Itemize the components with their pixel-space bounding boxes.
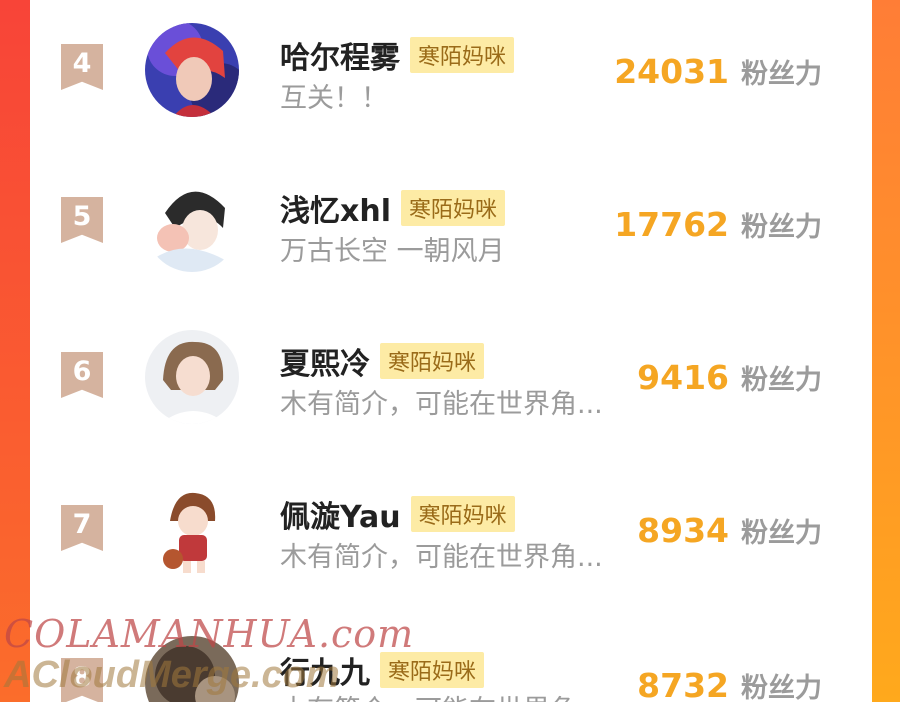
fans-label: 粉丝力 (741, 518, 822, 549)
avatar[interactable] (145, 23, 239, 117)
user-bio: 木有简介，可能在世界角... (280, 542, 603, 573)
fans-count: 24031 (614, 52, 729, 91)
fans-label: 粉丝力 (741, 673, 822, 702)
fans-count: 8732 (637, 666, 729, 702)
rank-badge: 5 (61, 197, 103, 243)
fans-power: 8934 粉丝力 (637, 511, 822, 550)
user-bio: 万古长空 一朝风月 (280, 236, 505, 267)
rank-badge: 7 (61, 505, 103, 551)
watermark-line-2: ACloudMerge.com (4, 654, 340, 696)
user-name[interactable]: 夏熙冷 (280, 339, 370, 383)
right-gradient-border (872, 0, 900, 702)
user-bio: 木有简介，可能在世界角... (280, 389, 603, 420)
fans-power: 9416 粉丝力 (637, 358, 822, 397)
avatar[interactable] (145, 330, 239, 424)
fans-count: 9416 (637, 358, 729, 397)
fans-label: 粉丝力 (741, 365, 822, 396)
list-item[interactable]: 4 哈尔程雾 寒陌妈咪 互关！！ 24031 粉丝力 (30, 0, 872, 150)
fans-count: 17762 (614, 205, 729, 244)
user-name[interactable]: 浅忆xhl (280, 186, 391, 230)
rank-badge: 4 (61, 44, 103, 90)
user-name[interactable]: 哈尔程雾 (280, 33, 400, 77)
watermark: COLAMANHUA.com ACloudMerge.com (0, 612, 430, 702)
left-gradient-border (0, 0, 30, 702)
list-item[interactable]: 5 浅忆xhl 寒陌妈咪 万古长空 一朝风月 17762 粉丝力 (30, 153, 872, 303)
rank-badge: 6 (61, 352, 103, 398)
user-name[interactable]: 佩漩Yau (280, 492, 401, 536)
fans-label: 粉丝力 (741, 212, 822, 243)
fans-power: 24031 粉丝力 (614, 52, 822, 91)
avatar[interactable] (145, 178, 239, 272)
fans-power: 8732 粉丝力 (637, 666, 822, 702)
fan-tag-badge: 寒陌妈咪 (410, 496, 515, 532)
fans-power: 17762 粉丝力 (614, 205, 822, 244)
fans-label: 粉丝力 (741, 59, 822, 90)
avatar[interactable] (145, 483, 239, 577)
list-item[interactable]: 7 佩漩Yau 寒陌妈咪 木有简介，可能在世界角... 8934 粉丝力 (30, 459, 872, 609)
list-item[interactable]: 6 夏熙冷 寒陌妈咪 木有简介，可能在世界角... 9416 粉丝力 (30, 306, 872, 456)
fan-tag-badge: 寒陌妈咪 (380, 343, 485, 379)
watermark-line-1: COLAMANHUA.com (4, 612, 415, 656)
user-bio: 互关！！ (280, 83, 388, 114)
fans-count: 8934 (637, 511, 729, 550)
fan-tag-badge: 寒陌妈咪 (401, 190, 506, 226)
fan-tag-badge: 寒陌妈咪 (410, 37, 515, 73)
